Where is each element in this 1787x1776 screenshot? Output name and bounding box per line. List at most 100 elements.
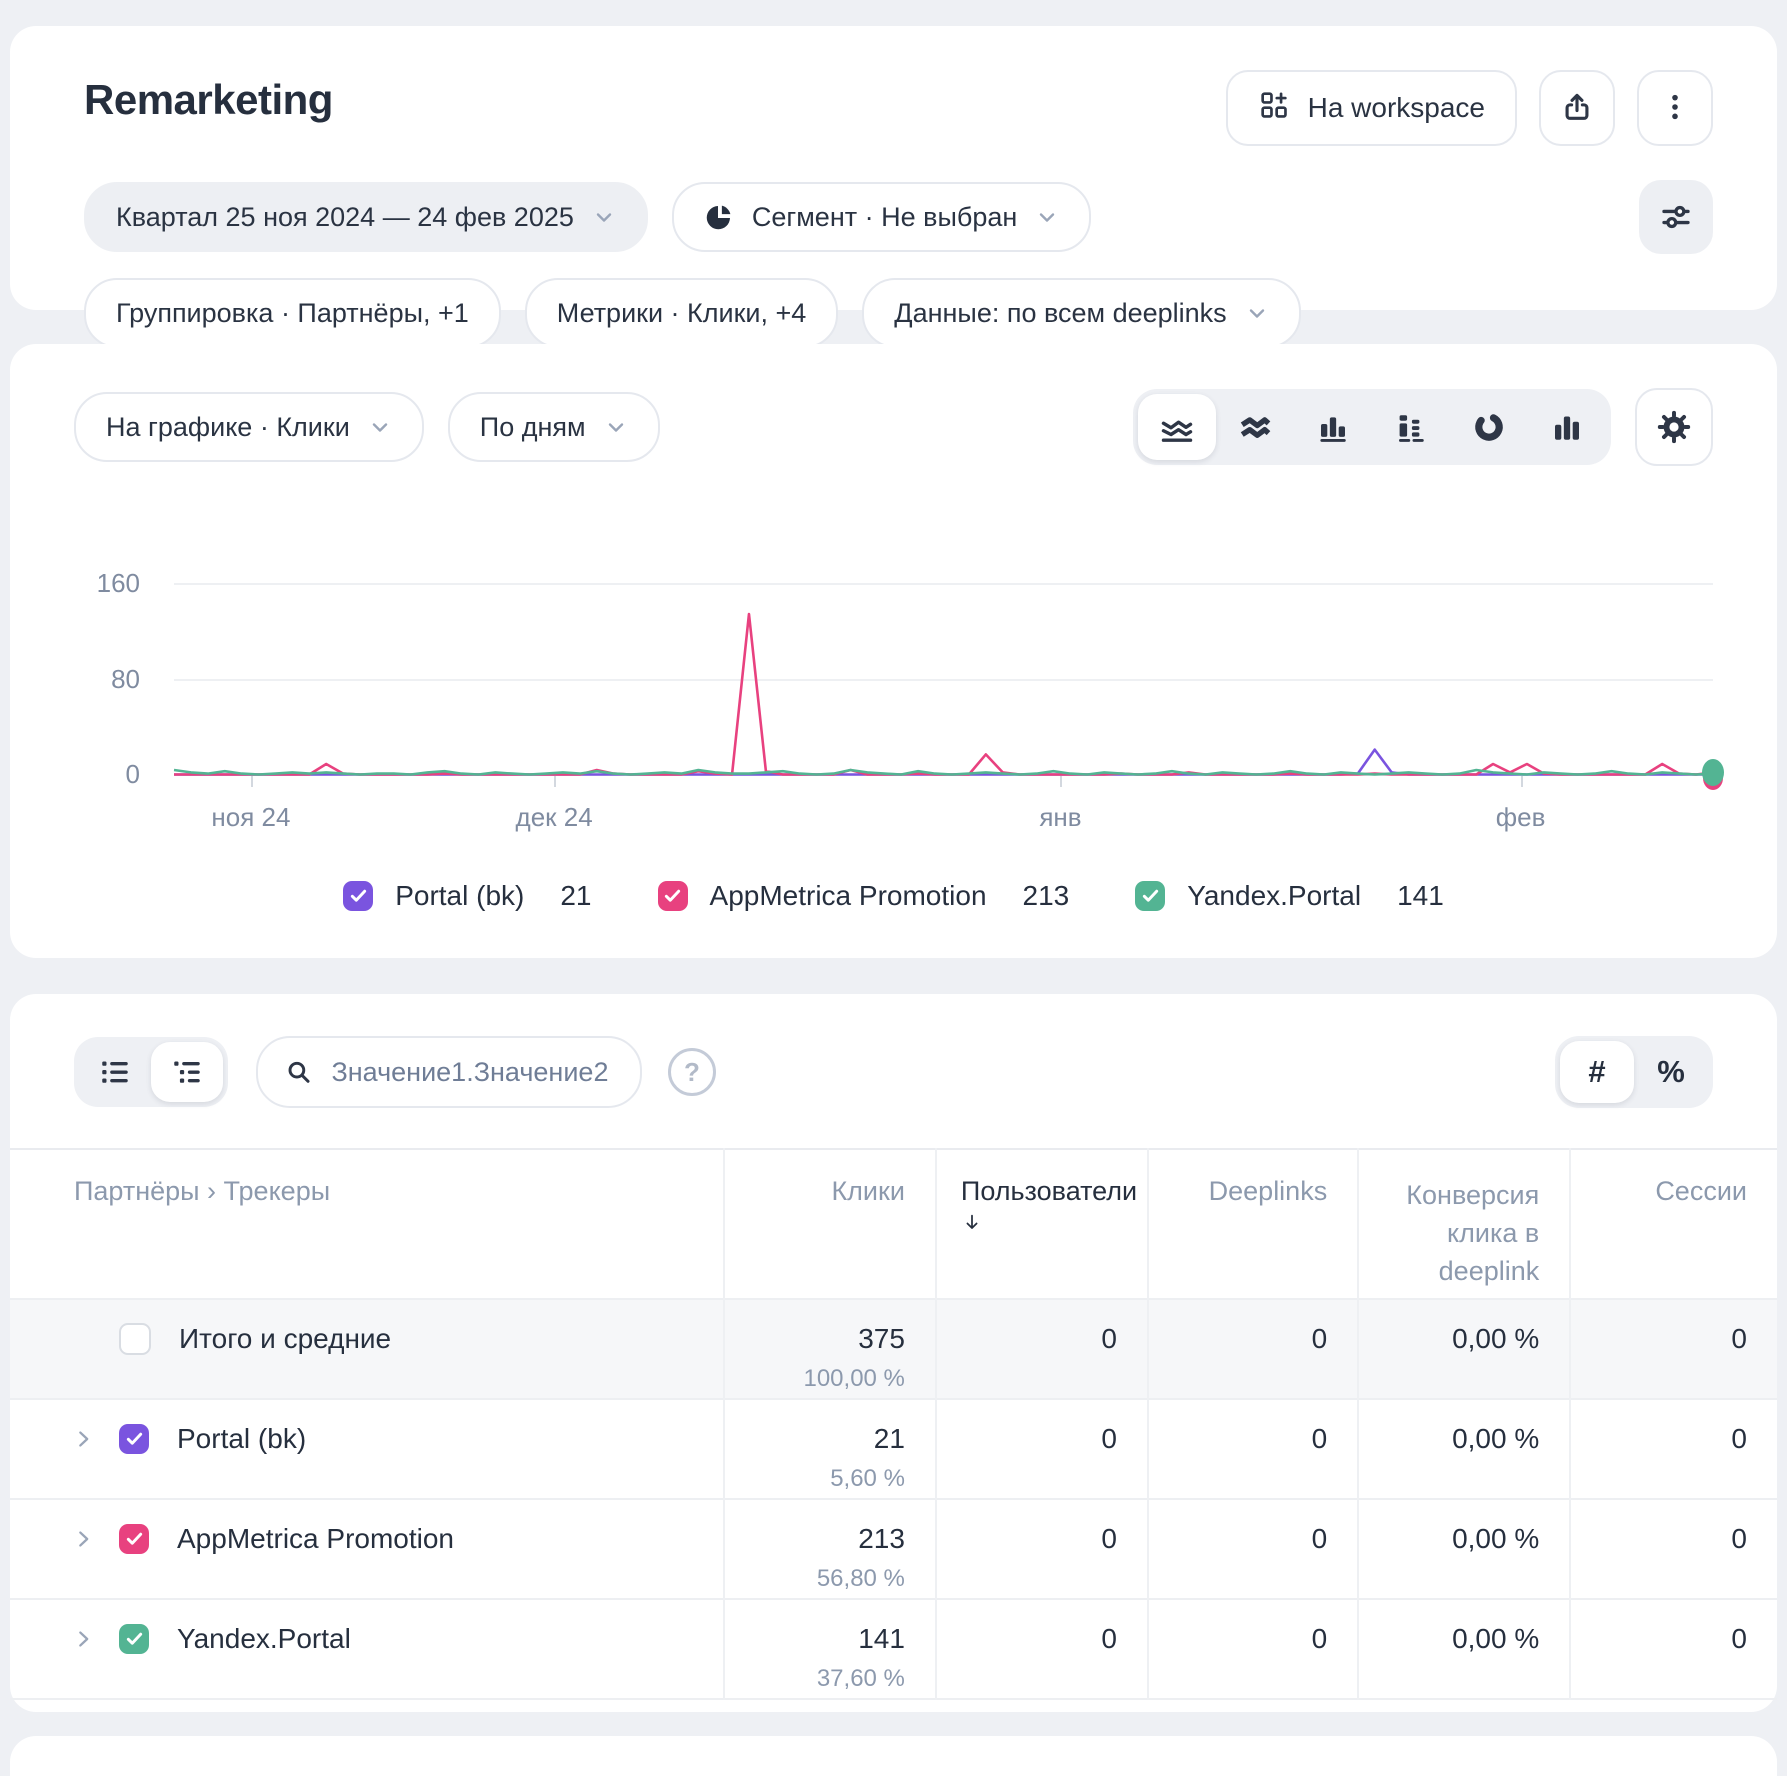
- column-header-sessions[interactable]: Сессии: [1570, 1149, 1777, 1299]
- conversion-value: 0,00 %: [1360, 1401, 1539, 1455]
- totals-checkbox[interactable]: [119, 1323, 151, 1355]
- chart-card: На графике · Клики По дням: [10, 344, 1777, 958]
- table-header-row: Партнёры › Трекеры Клики Пользователи De…: [10, 1149, 1777, 1299]
- y-tick-label: 0: [126, 759, 140, 790]
- data-source-chip[interactable]: Данные: по всем deeplinks: [862, 278, 1300, 348]
- clicks-percent: 56,80 %: [726, 1555, 905, 1593]
- row-checkbox-green[interactable]: [119, 1624, 149, 1654]
- legend-value: 213: [1023, 880, 1070, 912]
- chevron-down-icon: [368, 415, 392, 439]
- legend-label: AppMetrica Promotion: [710, 880, 987, 912]
- search-placeholder: Значение1.Значение2 ...: [331, 1057, 614, 1088]
- legend-item[interactable]: Yandex.Portal141: [1135, 880, 1444, 912]
- x-tickmark: [554, 776, 556, 787]
- chart-type-donut-button[interactable]: [1450, 394, 1528, 460]
- clicks-percent: 100,00 %: [726, 1355, 905, 1393]
- percent-mode-button[interactable]: %: [1634, 1041, 1708, 1103]
- pie-segment-icon: [704, 202, 734, 232]
- conversion-value: 0,00 %: [1360, 1301, 1539, 1355]
- expand-row-icon[interactable]: [73, 1626, 95, 1652]
- kebab-icon: [1659, 91, 1691, 126]
- chart-type-stacked-bars-button[interactable]: [1372, 394, 1450, 460]
- table-view-switcher: [74, 1037, 228, 1107]
- tree-list-view-button[interactable]: [151, 1042, 223, 1102]
- stacked-area-icon: [1237, 409, 1273, 445]
- legend-label: Portal (bk): [395, 880, 524, 912]
- row-checkbox-purple[interactable]: [119, 1424, 149, 1454]
- date-range-chip[interactable]: Квартал 25 ноя 2024 — 24 фев 2025: [84, 182, 648, 252]
- legend-checkbox[interactable]: [343, 881, 373, 911]
- x-axis-labels: ноя 24дек 24янвфев: [174, 776, 1713, 850]
- row-label[interactable]: Yandex.Portal: [177, 1623, 351, 1655]
- workspace-button-label: На workspace: [1308, 92, 1485, 124]
- sliders-icon: [1658, 199, 1694, 235]
- users-value: 0: [938, 1601, 1117, 1655]
- more-menu-button[interactable]: [1637, 70, 1713, 146]
- chevron-down-icon: [604, 415, 628, 439]
- deeplinks-value: 0: [1150, 1601, 1327, 1655]
- row-checkbox-pink[interactable]: [119, 1524, 149, 1554]
- legend-item[interactable]: Portal (bk)21: [343, 880, 591, 912]
- column-header-users[interactable]: Пользователи: [936, 1149, 1148, 1299]
- x-tick-label: янв: [1039, 802, 1081, 833]
- data-source-label: Данные: по всем deeplinks: [894, 298, 1226, 329]
- column-header-name[interactable]: Партнёры › Трекеры: [10, 1149, 724, 1299]
- x-tick-label: фев: [1496, 802, 1546, 833]
- report-settings-button[interactable]: [1639, 180, 1713, 254]
- row-label[interactable]: Portal (bk): [177, 1423, 306, 1455]
- legend-item[interactable]: AppMetrica Promotion 213: [658, 880, 1070, 912]
- chart-settings-button[interactable]: [1635, 388, 1713, 466]
- row-label: Итого и средние: [179, 1323, 391, 1355]
- sessions-value: 0: [1572, 1601, 1747, 1655]
- workspace-button[interactable]: На workspace: [1226, 70, 1517, 146]
- chevron-down-icon: [1035, 205, 1059, 229]
- column-header-clicks[interactable]: Клики: [724, 1149, 936, 1299]
- granularity-chip[interactable]: По дням: [448, 392, 660, 462]
- flat-list-view-button[interactable]: [79, 1042, 151, 1102]
- x-tick-label: ноя 24: [211, 802, 290, 833]
- absolute-mode-button[interactable]: #: [1560, 1041, 1634, 1103]
- chart-type-stacked-area-button[interactable]: [1216, 394, 1294, 460]
- deeplinks-value: 0: [1150, 1301, 1327, 1355]
- table-row-appmetrica-promotion: AppMetrica Promotion 213 56,80 % 0 0 0,0…: [10, 1499, 1777, 1599]
- donut-chart-icon: [1471, 409, 1507, 445]
- segment-chip[interactable]: Сегмент · Не выбран: [672, 182, 1091, 252]
- chart-type-bars-button[interactable]: [1294, 394, 1372, 460]
- next-section-card: [10, 1736, 1777, 1776]
- grouping-chip[interactable]: Группировка · Партнёры, +1: [84, 278, 501, 348]
- conversion-value: 0,00 %: [1360, 1501, 1539, 1555]
- legend-value: 141: [1397, 880, 1444, 912]
- report-header-card: Remarketing На workspace: [10, 26, 1777, 310]
- clicks-value: 141: [726, 1601, 905, 1655]
- chart-type-line-button[interactable]: [1138, 394, 1216, 460]
- column-header-conversion[interactable]: Конверсия клика в deeplink: [1358, 1149, 1570, 1299]
- help-icon[interactable]: ?: [668, 1048, 716, 1096]
- plot-area[interactable]: [174, 536, 1713, 776]
- y-axis-labels: 160800: [74, 536, 154, 776]
- metrics-chip[interactable]: Метрики · Клики, +4: [525, 278, 839, 348]
- sessions-value: 0: [1572, 1301, 1747, 1355]
- row-label[interactable]: AppMetrica Promotion: [177, 1523, 454, 1555]
- expand-row-icon[interactable]: [73, 1526, 95, 1552]
- expand-row-icon[interactable]: [73, 1426, 95, 1452]
- share-button[interactable]: [1539, 70, 1615, 146]
- table-row-totals: Итого и средние 375 100,00 % 0 0 0,00 % …: [10, 1299, 1777, 1399]
- chart-type-columns-button[interactable]: [1528, 394, 1606, 460]
- sessions-value: 0: [1572, 1401, 1747, 1455]
- page-title: Remarketing: [84, 76, 333, 124]
- metrics-label: Метрики · Клики, +4: [557, 298, 807, 329]
- clicks-value: 213: [726, 1501, 905, 1555]
- column-header-deeplinks[interactable]: Deeplinks: [1148, 1149, 1358, 1299]
- deeplinks-value: 0: [1150, 1501, 1327, 1555]
- table-search-input[interactable]: Значение1.Значение2 ...: [256, 1036, 642, 1108]
- metrics-table: Партнёры › Трекеры Клики Пользователи De…: [10, 1148, 1777, 1700]
- line-chart-icon: [1159, 409, 1195, 445]
- chart-metric-label: На графике · Клики: [106, 412, 350, 443]
- table-row-portal-bk: Portal (bk) 21 5,60 % 0 0 0,00 % 0: [10, 1399, 1777, 1499]
- legend-checkbox[interactable]: [658, 881, 688, 911]
- x-tickmark: [251, 776, 253, 787]
- grouping-label: Группировка · Партнёры, +1: [116, 298, 469, 329]
- chart-metric-chip[interactable]: На графике · Клики: [74, 392, 424, 462]
- legend-checkbox[interactable]: [1135, 881, 1165, 911]
- clicks-percent: 5,60 %: [726, 1455, 905, 1493]
